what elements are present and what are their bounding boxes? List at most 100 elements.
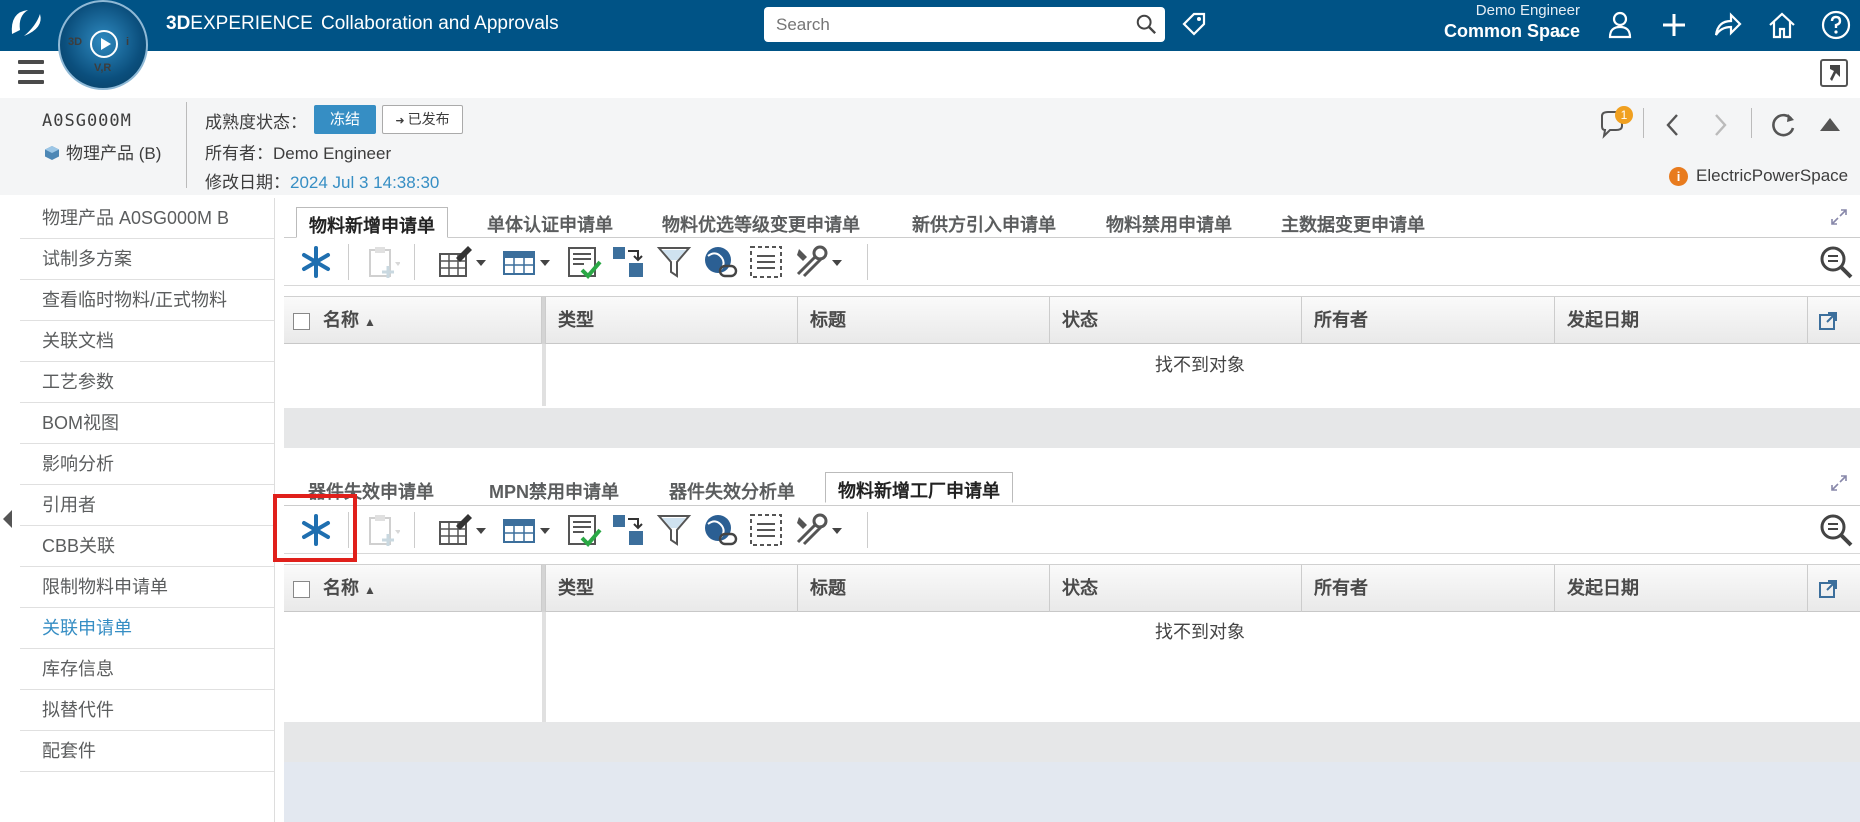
open-external-icon[interactable] — [1818, 579, 1838, 599]
edit-table-icon[interactable] — [438, 244, 474, 280]
panel-footer — [284, 408, 1860, 448]
tab-master-data-change[interactable]: 主数据变更申请单 — [1269, 207, 1437, 238]
select-all-checkbox[interactable] — [293, 313, 310, 330]
sidebar-item[interactable]: 限制物料申请单 — [20, 567, 274, 608]
caret-down-icon[interactable] — [474, 512, 488, 548]
paste-add-icon[interactable] — [364, 512, 400, 548]
sidebar-item[interactable]: 拟替代件 — [20, 690, 274, 731]
column-header-state[interactable]: 状态 — [1050, 565, 1302, 612]
column-header-title[interactable]: 标题 — [798, 565, 1050, 612]
collapse-up-icon[interactable] — [1818, 114, 1842, 134]
sidebar-item[interactable]: 引用者 — [20, 485, 274, 526]
move-items-icon[interactable] — [610, 244, 646, 280]
column-header-name[interactable]: 名称 ▲ — [284, 297, 542, 344]
menu-icon[interactable] — [18, 60, 44, 84]
promote-released-button[interactable]: ➜ 已发布 — [382, 105, 463, 134]
sidebar-item[interactable]: 库存信息 — [20, 649, 274, 690]
paste-add-icon[interactable] — [364, 244, 400, 280]
tab-material-ban-request[interactable]: 物料禁用申请单 — [1094, 207, 1244, 238]
sidebar-item[interactable]: 影响分析 — [20, 444, 274, 485]
tab-device-failure-analysis[interactable]: 器件失效分析单 — [657, 474, 807, 505]
brand-name: 3DEXPERIENCE — [166, 13, 313, 34]
user-icon[interactable] — [1604, 9, 1636, 41]
column-header-start-date[interactable]: 发起日期 — [1555, 297, 1808, 344]
search-list-icon[interactable] — [1818, 244, 1854, 280]
add-icon[interactable] — [1658, 9, 1690, 41]
sidebar-item[interactable]: 配套件 — [20, 731, 274, 772]
caret-down-icon[interactable] — [538, 244, 552, 280]
help-icon[interactable] — [1820, 9, 1852, 41]
sidebar-item[interactable]: 物理产品 A0SG000M B — [20, 198, 274, 239]
object-type: 物理产品 (B) — [44, 139, 161, 164]
tab-new-supplier-request[interactable]: 新供方引入申请单 — [900, 207, 1068, 238]
edit-table-icon[interactable] — [438, 512, 474, 548]
search-icon[interactable] — [1135, 13, 1157, 35]
dassault-logo-icon — [6, 6, 46, 47]
filter-icon[interactable] — [656, 244, 692, 280]
tab-material-new-factory-request[interactable]: 物料新增工厂申请单 — [825, 472, 1013, 503]
chevron-down-icon[interactable]: ⌄ — [1556, 24, 1568, 41]
filter-icon[interactable] — [656, 512, 692, 548]
new-asterisk-icon[interactable] — [298, 244, 334, 280]
caret-down-icon[interactable] — [830, 512, 844, 548]
column-header-type[interactable]: 类型 — [546, 565, 798, 612]
tab-mpn-ban-request[interactable]: MPN禁用申请单 — [477, 474, 631, 505]
caret-down-icon[interactable] — [538, 512, 552, 548]
column-header-owner[interactable]: 所有者 — [1302, 297, 1555, 344]
tab-unit-cert-request[interactable]: 单体认证申请单 — [475, 207, 625, 238]
column-header-type[interactable]: 类型 — [546, 297, 798, 344]
select-frame-icon[interactable] — [748, 512, 784, 548]
caret-down-icon[interactable] — [830, 244, 844, 280]
column-header-state[interactable]: 状态 — [1050, 297, 1302, 344]
sidebar-item[interactable]: 关联文档 — [20, 321, 274, 362]
refresh-icon[interactable] — [1768, 110, 1798, 140]
column-header-start-date[interactable]: 发起日期 — [1555, 565, 1808, 612]
column-header-title[interactable]: 标题 — [798, 297, 1050, 344]
tag-icon[interactable] — [1180, 10, 1208, 38]
modified-info: 修改日期：2024 Jul 3 14:38:30 — [205, 173, 440, 192]
empty-message: 找不到对象 — [1155, 622, 1245, 642]
select-frame-icon[interactable] — [748, 244, 784, 280]
compass-icon[interactable]: 3D i V,R — [58, 0, 148, 90]
next-icon[interactable] — [1710, 112, 1730, 138]
tools-icon[interactable] — [794, 512, 830, 548]
tools-icon[interactable] — [794, 244, 830, 280]
table-view-icon[interactable] — [502, 512, 538, 548]
sort-asc-icon: ▲ — [364, 315, 376, 329]
search-list-icon[interactable] — [1818, 512, 1854, 548]
globe-link-icon[interactable] — [702, 244, 738, 280]
expand-icon[interactable] — [1830, 208, 1848, 226]
sidebar-item[interactable]: BOM视图 — [20, 403, 274, 444]
table-view-icon[interactable] — [502, 244, 538, 280]
column-header-name[interactable]: 名称 ▲ — [284, 565, 542, 612]
sidebar-item[interactable]: 查看临时物料/正式物料 — [20, 280, 274, 321]
home-icon[interactable] — [1766, 9, 1798, 41]
previous-icon[interactable] — [1663, 112, 1683, 138]
caret-down-icon[interactable] — [474, 244, 488, 280]
collapse-left-icon[interactable] — [3, 510, 12, 528]
checklist-icon[interactable] — [566, 244, 602, 280]
pin-icon[interactable] — [1820, 59, 1848, 87]
globe-link-icon[interactable] — [702, 512, 738, 548]
search-box[interactable] — [764, 7, 1165, 42]
column-header-owner[interactable]: 所有者 — [1302, 565, 1555, 612]
cube-icon — [45, 146, 59, 160]
checklist-icon[interactable] — [566, 512, 602, 548]
sidebar-item[interactable]: 试制多方案 — [20, 239, 274, 280]
sidebar-item-active[interactable]: 关联申请单 — [20, 608, 274, 649]
select-all-checkbox[interactable] — [293, 581, 310, 598]
panel-footer — [284, 722, 1860, 822]
sidebar-item[interactable]: CBB关联 — [20, 526, 274, 567]
move-items-icon[interactable] — [610, 512, 646, 548]
share-icon[interactable] — [1711, 9, 1743, 41]
search-input[interactable] — [764, 7, 1124, 42]
tab-preferred-grade-change[interactable]: 物料优选等级变更申请单 — [650, 207, 872, 238]
state-frozen-button[interactable]: 冻结 — [314, 105, 376, 134]
sidebar-item[interactable]: 工艺参数 — [20, 362, 274, 403]
tab-material-new-request[interactable]: 物料新增申请单 — [296, 207, 448, 238]
bottom-toolbar — [284, 506, 1860, 554]
user-menu[interactable]: Demo Engineer Common Space — [1380, 2, 1580, 42]
expand-icon[interactable] — [1830, 474, 1848, 492]
space-name[interactable]: Common Space — [1380, 21, 1580, 42]
open-external-icon[interactable] — [1818, 311, 1838, 331]
